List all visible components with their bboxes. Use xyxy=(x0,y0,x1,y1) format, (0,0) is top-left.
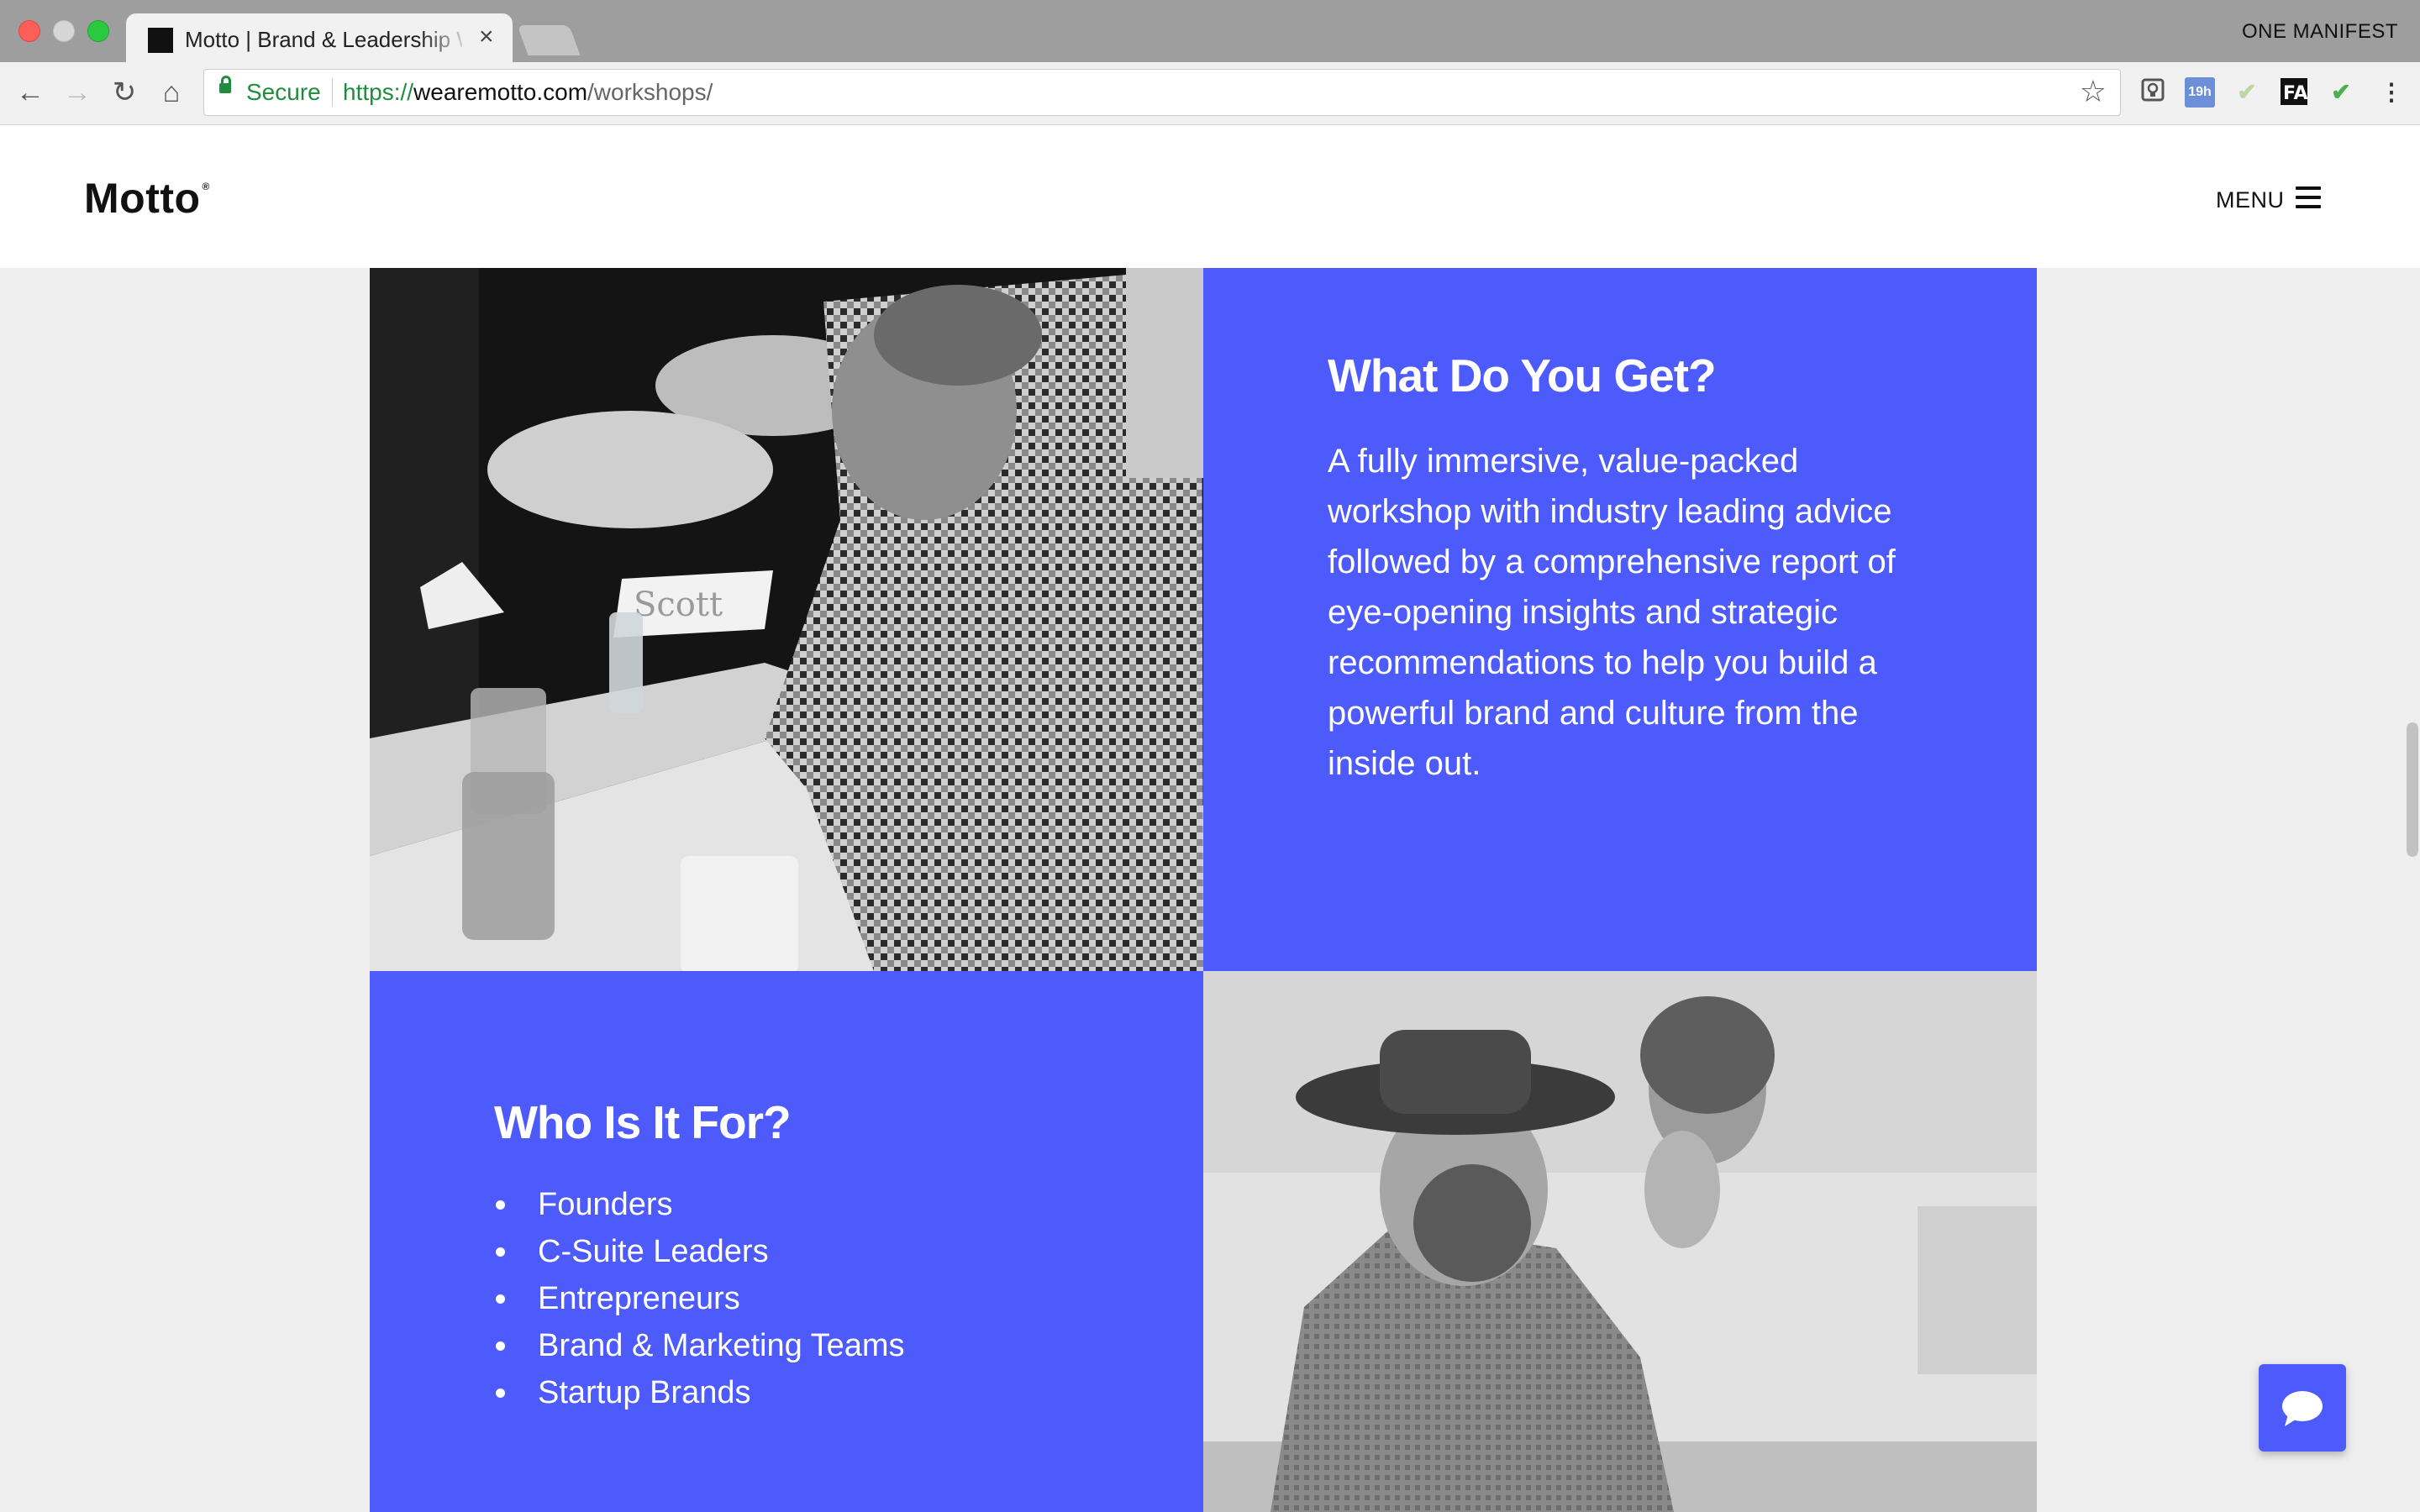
home-icon[interactable]: ⌂ xyxy=(153,74,190,111)
minimize-window-button[interactable] xyxy=(53,20,75,42)
chat-button[interactable] xyxy=(2259,1364,2346,1452)
close-window-button[interactable] xyxy=(18,20,40,42)
list-item: Entrepreneurs xyxy=(494,1275,905,1322)
address-bar[interactable]: Secure https://wearemotto.com/workshops/… xyxy=(203,69,2121,116)
lightbulb-extension-icon[interactable] xyxy=(2138,77,2168,108)
reload-icon[interactable]: ↻ xyxy=(106,74,143,111)
svg-text:FA: FA xyxy=(2283,83,2308,104)
maximize-window-button[interactable] xyxy=(87,20,109,42)
what-section-title: What Do You Get? xyxy=(1328,349,1717,402)
page-scrollbar[interactable] xyxy=(2407,722,2418,857)
menu-label[interactable]: MENU xyxy=(2216,187,2285,213)
check-extension-icon[interactable]: ✔ xyxy=(2232,77,2262,108)
browser-tab-active[interactable]: Motto | Brand & Leadership Workshops × xyxy=(126,13,513,62)
secure-label: Secure xyxy=(246,79,321,105)
what-do-you-get-section: What Do You Get? A fully immersive, valu… xyxy=(1203,268,2037,971)
new-tab-button[interactable] xyxy=(517,25,581,55)
calendar-extension-icon[interactable]: 19h xyxy=(2185,77,2215,108)
list-item: Startup Brands xyxy=(494,1369,905,1416)
chat-bubble-icon xyxy=(2282,1391,2323,1426)
bookmark-star-icon[interactable]: ☆ xyxy=(2080,75,2107,108)
lock-icon xyxy=(219,76,231,93)
more-menu-icon[interactable]: ⋮ xyxy=(2376,77,2407,108)
workshop-photo-writing: Scott xyxy=(370,268,1203,971)
site-header: Motto ® MENU xyxy=(0,125,2420,268)
list-item: C-Suite Leaders xyxy=(494,1228,905,1275)
url-text[interactable]: https://wearemotto.com/workshops/ xyxy=(343,80,713,105)
motto-logo[interactable]: Motto ® xyxy=(84,174,210,223)
fa-extension-icon[interactable]: FA xyxy=(2279,77,2309,108)
back-arrow-icon[interactable]: ← xyxy=(12,74,49,111)
checkmark-extension-icon[interactable]: ✔ xyxy=(2326,77,2356,108)
browser-toolbar: ← → ↻ ⌂ Secure https://wearemotto.com/wo… xyxy=(0,62,2420,125)
name-card-text: Scott xyxy=(634,585,723,624)
close-tab-icon[interactable]: × xyxy=(479,22,494,52)
what-section-body: A fully immersive, value-packed workshop… xyxy=(1328,443,1896,782)
audience-list: Founders C-Suite Leaders Entrepreneurs B… xyxy=(494,1181,905,1416)
window-titlebar: Motto | Brand & Leadership Workshops × O… xyxy=(0,0,2420,62)
workshop-photo-hat xyxy=(1203,971,2037,1512)
hamburger-menu-icon[interactable] xyxy=(2296,186,2321,208)
profile-name[interactable]: ONE MANIFEST xyxy=(2242,20,2398,44)
list-item: Brand & Marketing Teams xyxy=(494,1322,905,1369)
list-item: Founders xyxy=(494,1181,905,1228)
favicon-icon xyxy=(148,28,173,53)
who-is-it-for-section: Who Is It For? Founders C-Suite Leaders … xyxy=(370,971,1203,1512)
who-section-title: Who Is It For? xyxy=(494,1096,792,1148)
forward-arrow-icon[interactable]: → xyxy=(59,74,96,111)
